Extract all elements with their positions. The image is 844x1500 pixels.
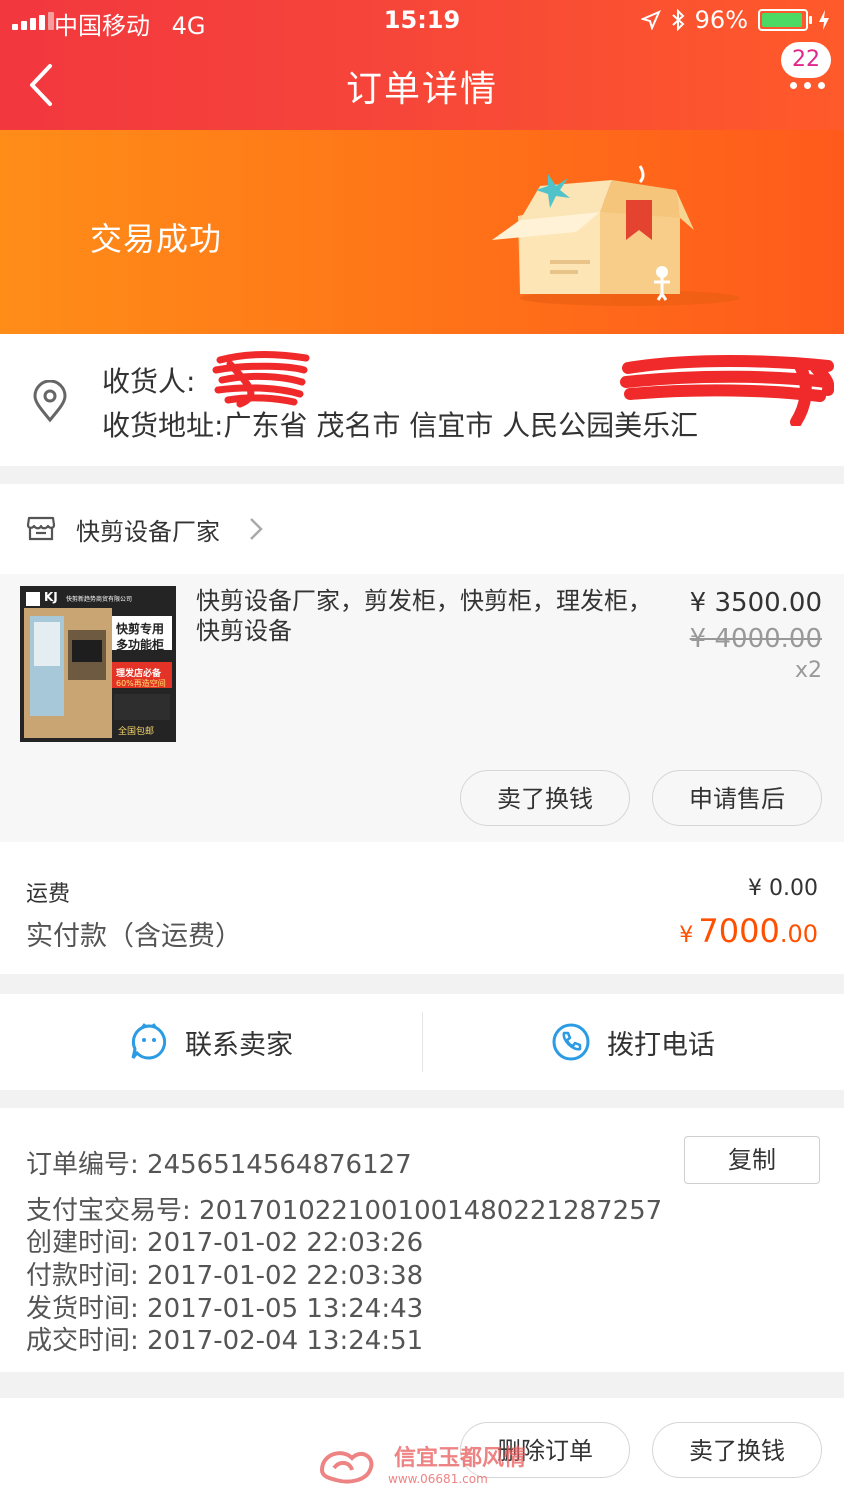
shipping-label: 运费: [26, 882, 71, 907]
thumb-headline-1: 快剪专用: [116, 622, 165, 636]
watermark-url: www.06681.com: [388, 1472, 488, 1486]
contact-bar: 联系卖家 拨打电话: [0, 994, 844, 1090]
payment-summary: 运费 ¥ 0.00 实付款（含运费） ¥ 7000.00: [0, 842, 844, 974]
thumb-note: 全国包邮: [118, 727, 155, 737]
sell-for-cash-button[interactable]: 卖了换钱: [460, 770, 630, 826]
call-phone-button[interactable]: 拨打电话: [422, 994, 844, 1090]
location-pin-icon: [33, 380, 67, 423]
product-title[interactable]: 快剪设备厂家，剪发柜，快剪柜，理发柜，快剪设备: [196, 586, 666, 646]
page-title: 订单详情: [345, 69, 498, 110]
paid-integer: 7000: [698, 912, 780, 950]
phone-icon: [552, 1023, 590, 1061]
address-line: 收货地址:广东省 茂名市 信宜市 人民公园美乐汇: [102, 404, 698, 444]
thumb-tag-2: 60%再造空间: [116, 679, 166, 688]
redacted-phone-number: [620, 355, 834, 426]
contact-seller-button[interactable]: 联系卖家: [0, 994, 422, 1090]
shop-header[interactable]: 快剪设备厂家: [0, 484, 844, 574]
order-info-section: 订单编号: 2456514564876127 复制 支付宝交易号: 201701…: [0, 1108, 844, 1372]
header: 中国移动 4G 15:19 96% 订单详情 22: [0, 0, 844, 130]
watermark: 信宜玉都风情 www.06681.com: [316, 1436, 536, 1492]
trade-status-text: 交易成功: [90, 220, 223, 258]
chat-bubble-icon: [131, 1023, 167, 1060]
watermark-logo: [319, 1451, 374, 1484]
shipping-value: ¥ 0.00: [748, 876, 818, 901]
redacted-receiver-name: [212, 351, 310, 408]
product-thumbnail[interactable]: KJ 快剪新趋势商贸有限公司 快剪专用 多功能柜 理发店必备 60%再造空间 全…: [20, 586, 176, 742]
receiver-label: 收货人:: [102, 365, 196, 398]
order-number: 订单编号: 2456514564876127: [26, 1150, 412, 1180]
product-quantity: x2: [794, 658, 822, 683]
thumb-company: 快剪新趋势商贸有限公司: [66, 596, 133, 603]
order-item[interactable]: KJ 快剪新趋势商贸有限公司 快剪专用 多功能柜 理发店必备 60%再造空间 全…: [0, 574, 844, 842]
contact-seller-label: 联系卖家: [185, 1029, 293, 1061]
status-right: 96%: [640, 6, 830, 34]
delivery-address-card[interactable]: 收货人: 收货地址:广东省 茂名市 信宜市 人民公园美乐汇: [0, 334, 844, 466]
order-detail-screen: 中国移动 4G 15:19 96% 订单详情 22 交易成功 收货人: 收货地址…: [0, 0, 844, 1500]
created-time: 创建时间: 2017-01-02 22:03:26: [26, 1228, 424, 1258]
product-image: [20, 586, 176, 742]
bluetooth-icon: [671, 9, 685, 31]
bottom-sell-for-cash-button[interactable]: 卖了换钱: [652, 1422, 822, 1478]
paid-label: 实付款（含运费）: [26, 921, 242, 952]
paid-decimal: .00: [779, 920, 818, 948]
battery-percent: 96%: [694, 6, 748, 34]
chevron-right-icon: [250, 518, 263, 540]
paid-time: 付款时间: 2017-01-02 22:03:38: [26, 1261, 424, 1291]
store-icon: [26, 516, 56, 541]
thumb-headline-2: 多功能柜: [116, 638, 165, 652]
battery-icon: [758, 9, 812, 31]
call-phone-label: 拨打电话: [607, 1029, 715, 1061]
paid-currency: ¥: [679, 923, 694, 948]
location-arrow-icon: [640, 10, 661, 30]
battery-fill: [762, 13, 803, 27]
address-label: 收货地址:: [102, 409, 224, 442]
shop-name: 快剪设备厂家: [76, 518, 220, 546]
more-icon[interactable]: [782, 82, 832, 92]
product-original-price: ¥ 4000.00: [689, 624, 822, 654]
copy-button[interactable]: 复制: [684, 1136, 820, 1184]
paid-amount: ¥ 7000.00: [679, 912, 818, 950]
charging-icon: [819, 10, 829, 30]
message-count-badge[interactable]: 22: [781, 42, 831, 78]
after-sale-button[interactable]: 申请售后: [652, 770, 822, 826]
closed-time: 成交时间: 2017-02-04 13:24:51: [26, 1326, 424, 1356]
package-box-illustration: [492, 165, 740, 306]
product-price: ¥ 3500.00: [689, 588, 822, 618]
status-bar: 中国移动 4G 15:19 96%: [0, 0, 844, 44]
thumb-brand: KJ: [44, 590, 58, 604]
watermark-text: 信宜玉都风情: [394, 1445, 527, 1471]
